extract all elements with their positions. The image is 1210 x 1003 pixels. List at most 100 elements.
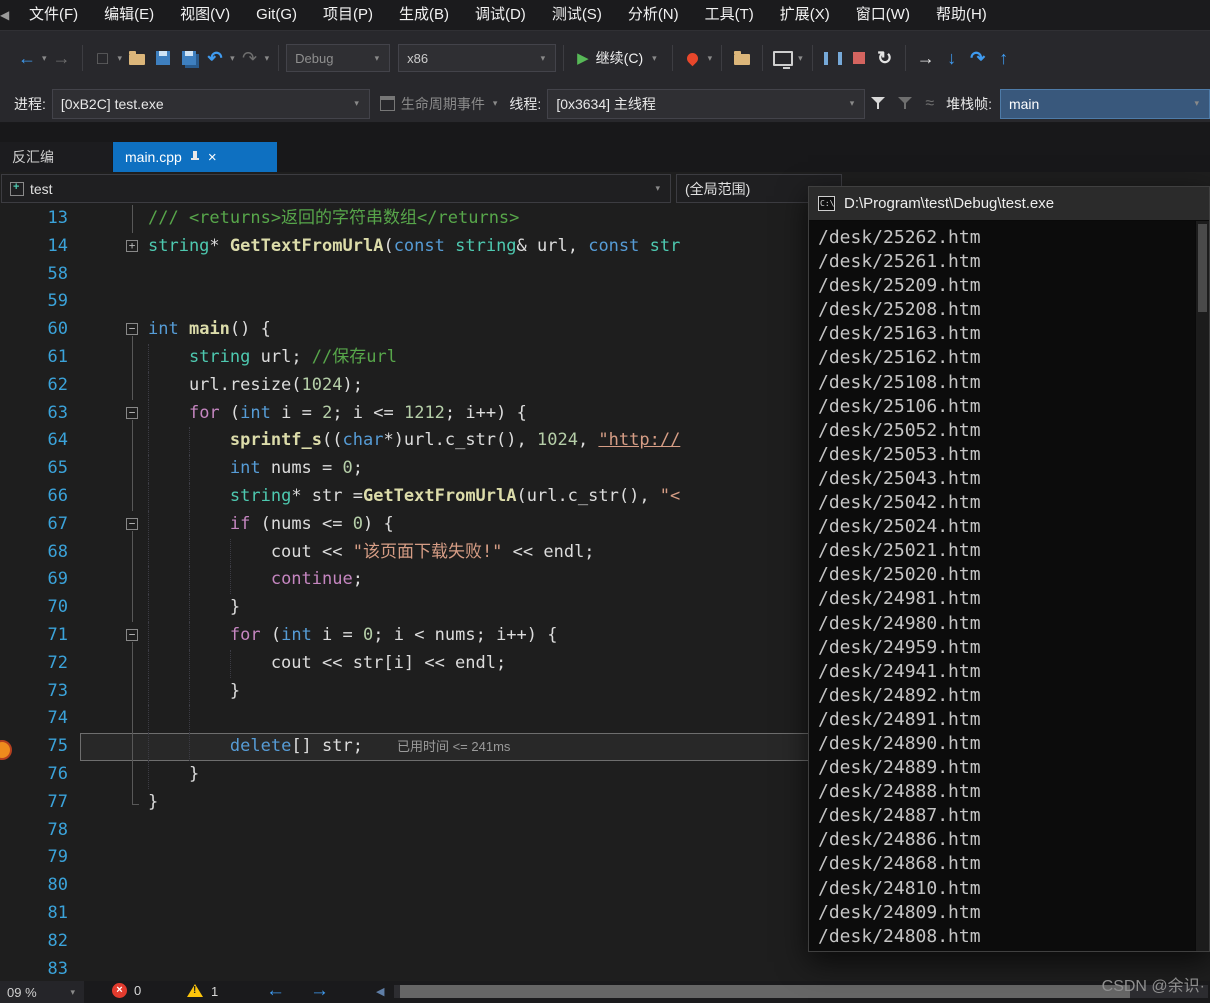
show-next-statement-button[interactable]: →: [913, 42, 939, 74]
undo-caret[interactable]: ▾: [230, 53, 235, 64]
menu-item[interactable]: 项目(P): [310, 0, 386, 30]
zoom-combo[interactable]: 09 % ▾: [0, 981, 84, 1003]
new-file-caret[interactable]: ▾: [118, 53, 123, 64]
selection-margin[interactable]: [78, 511, 124, 539]
navigate-back-caret[interactable]: ▾: [42, 53, 47, 64]
continue-button[interactable]: ▶ 继续(C) ▾: [571, 48, 665, 68]
continue-caret[interactable]: ▾: [652, 53, 657, 64]
horizontal-scrollbar[interactable]: [394, 985, 1208, 998]
selection-margin[interactable]: [78, 844, 124, 872]
step-out-button[interactable]: ↑: [991, 42, 1017, 74]
error-indicator[interactable]: × 0: [112, 983, 141, 998]
selection-margin[interactable]: [78, 733, 124, 761]
selection-margin[interactable]: [78, 288, 124, 316]
selection-margin[interactable]: [78, 817, 124, 845]
outline-margin[interactable]: [124, 400, 142, 428]
menu-item[interactable]: 窗口(W): [843, 0, 923, 30]
project-scope-combo[interactable]: test ▾: [1, 174, 671, 203]
filter-threads-icon[interactable]: [871, 96, 886, 111]
hot-reload-caret[interactable]: ▾: [708, 53, 713, 64]
save-all-button[interactable]: [176, 42, 202, 74]
console-scrollbar[interactable]: [1195, 221, 1209, 951]
selection-margin[interactable]: [78, 789, 124, 817]
scroll-left-button[interactable]: ◀: [376, 985, 384, 998]
console-scrollbar-thumb[interactable]: [1198, 224, 1207, 312]
selection-margin[interactable]: [78, 705, 124, 733]
selection-margin[interactable]: [78, 483, 124, 511]
navigate-backward-icon[interactable]: ←: [266, 980, 285, 1002]
menu-item[interactable]: 测试(S): [539, 0, 615, 30]
selection-margin[interactable]: [78, 900, 124, 928]
flagged-threads-icon[interactable]: ≈: [925, 95, 934, 113]
solution-configuration-combo[interactable]: Debug ▾: [286, 44, 391, 72]
thread-caret[interactable]: ▾: [850, 98, 855, 109]
menu-item[interactable]: 调试(D): [462, 0, 539, 30]
selection-margin[interactable]: [78, 622, 124, 650]
watch-window-caret[interactable]: ▾: [798, 53, 803, 64]
menu-item[interactable]: Git(G): [243, 0, 310, 30]
selection-margin[interactable]: [78, 928, 124, 956]
solution-explorer-button[interactable]: [729, 42, 755, 74]
open-file-button[interactable]: [124, 42, 150, 74]
selection-margin[interactable]: [78, 678, 124, 706]
lifecycle-events-button[interactable]: 生命周期事件: [401, 94, 485, 114]
configuration-caret[interactable]: ▾: [375, 53, 380, 64]
undo-button[interactable]: ↶: [202, 42, 228, 74]
restart-button[interactable]: ↻: [872, 42, 898, 74]
watch-window-button[interactable]: [770, 42, 796, 74]
zoom-caret[interactable]: ▾: [70, 987, 75, 998]
selection-margin[interactable]: [78, 761, 124, 789]
redo-caret[interactable]: ▾: [265, 53, 270, 64]
platform-caret[interactable]: ▾: [541, 53, 546, 64]
close-icon[interactable]: ×: [208, 149, 217, 166]
menu-item[interactable]: 生成(B): [386, 0, 462, 30]
filter-threads-disabled-icon[interactable]: [898, 96, 913, 111]
selection-margin[interactable]: [78, 539, 124, 567]
stop-debugging-button[interactable]: [846, 42, 872, 74]
selection-margin[interactable]: [78, 205, 124, 233]
selection-margin[interactable]: [78, 316, 124, 344]
navigate-back-button[interactable]: ←: [14, 42, 40, 74]
selection-margin[interactable]: [78, 650, 124, 678]
tab-disassembly[interactable]: 反汇编: [0, 142, 112, 172]
console-titlebar[interactable]: C:\ D:\Program\test\Debug\test.exe: [809, 187, 1209, 221]
selection-margin[interactable]: [78, 566, 124, 594]
horizontal-scrollbar-thumb[interactable]: [400, 985, 1130, 998]
menu-item[interactable]: 分析(N): [615, 0, 692, 30]
outline-margin[interactable]: [124, 233, 142, 261]
step-into-button[interactable]: ↓: [939, 42, 965, 74]
project-scope-caret[interactable]: ▾: [655, 183, 660, 194]
selection-margin[interactable]: [78, 400, 124, 428]
navigate-forward-icon[interactable]: →: [310, 980, 329, 1002]
lifecycle-events-caret[interactable]: ▾: [493, 98, 498, 109]
new-file-button[interactable]: □: [90, 42, 116, 74]
outline-margin[interactable]: [124, 511, 142, 539]
selection-margin[interactable]: [78, 455, 124, 483]
selection-margin[interactable]: [78, 261, 124, 289]
process-combo[interactable]: [0xB2C] test.exe ▾: [51, 88, 370, 119]
outline-margin[interactable]: [124, 316, 142, 344]
redo-button[interactable]: ↷: [237, 42, 263, 74]
navigate-forward-button[interactable]: →: [49, 42, 75, 74]
selection-margin[interactable]: [78, 872, 124, 900]
menu-item[interactable]: 视图(V): [167, 0, 243, 30]
stack-frame-combo[interactable]: main ▾: [999, 88, 1210, 119]
stack-frame-caret[interactable]: ▾: [1194, 98, 1199, 109]
solution-platform-combo[interactable]: x86 ▾: [398, 44, 557, 72]
step-over-button[interactable]: ↷: [965, 42, 991, 74]
code-line[interactable]: 83: [0, 956, 1210, 981]
selection-margin[interactable]: [78, 956, 124, 981]
menu-item[interactable]: 工具(T): [692, 0, 767, 30]
process-caret[interactable]: ▾: [354, 98, 359, 109]
selection-margin[interactable]: [78, 372, 124, 400]
warning-indicator[interactable]: 1: [186, 983, 218, 999]
break-all-button[interactable]: [820, 42, 846, 74]
selection-margin[interactable]: [78, 594, 124, 622]
tab-main-cpp[interactable]: main.cpp ×: [113, 142, 277, 172]
save-button[interactable]: [150, 42, 176, 74]
hot-reload-button[interactable]: [680, 42, 706, 74]
menu-item[interactable]: 帮助(H): [923, 0, 1000, 30]
selection-margin[interactable]: [78, 427, 124, 455]
menu-item[interactable]: 扩展(X): [767, 0, 843, 30]
outline-margin[interactable]: [124, 622, 142, 650]
